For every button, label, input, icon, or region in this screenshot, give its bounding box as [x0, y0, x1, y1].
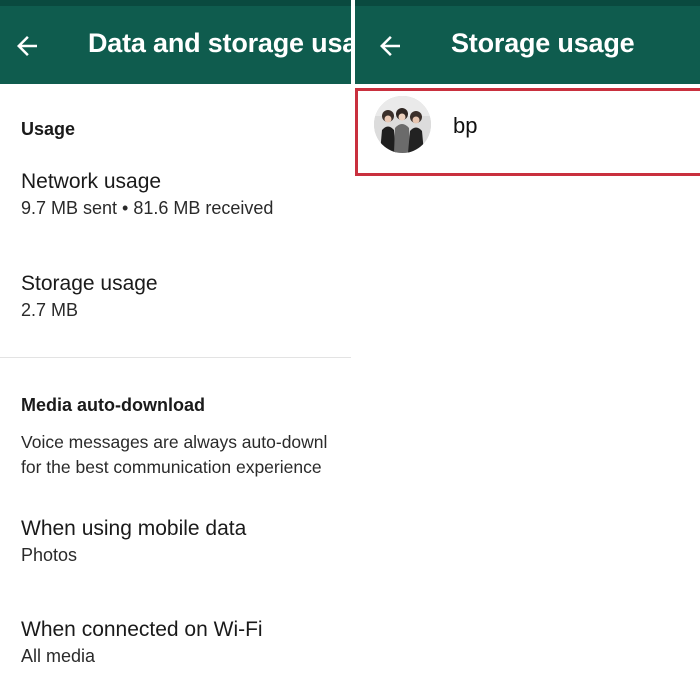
wifi-item[interactable]: When connected on Wi-Fi All media	[21, 618, 351, 667]
storage-usage-screen: Storage usage bp	[355, 0, 700, 700]
page-title: Storage usage	[451, 28, 635, 58]
auto-download-note-line1: Voice messages are always auto-downl	[21, 432, 328, 452]
storage-usage-subtitle: 2.7 MB	[21, 300, 79, 320]
screenshot-composite: Data and storage usa Usage Network usage…	[0, 0, 700, 700]
usage-section-header: Usage	[21, 119, 76, 139]
toolbar: Data and storage usa	[0, 0, 351, 84]
back-button[interactable]	[9, 28, 45, 64]
chat-row-bp[interactable]: bp	[355, 88, 700, 176]
media-auto-download-header: Media auto-download	[21, 395, 205, 415]
chat-name: bp	[453, 113, 478, 138]
toolbar: Storage usage	[355, 0, 700, 84]
storage-usage-title: Storage usage	[21, 272, 158, 295]
auto-download-note-line2: for the best communication experience	[21, 457, 322, 477]
network-usage-title: Network usage	[21, 170, 162, 193]
network-usage-subtitle: 9.7 MB sent • 81.6 MB received	[21, 198, 274, 218]
wifi-title: When connected on Wi-Fi	[21, 618, 263, 641]
page-title: Data and storage usa	[88, 28, 351, 58]
network-usage-item[interactable]: Network usage 9.7 MB sent • 81.6 MB rece…	[21, 170, 351, 219]
storage-usage-item[interactable]: Storage usage 2.7 MB	[21, 272, 351, 321]
data-and-storage-screen: Data and storage usa Usage Network usage…	[0, 0, 351, 700]
arrow-back-icon	[380, 36, 400, 56]
mobile-data-subtitle: Photos	[21, 545, 78, 565]
arrow-back-icon	[17, 36, 37, 56]
back-button[interactable]	[372, 28, 408, 64]
avatar-photo-icon	[374, 96, 431, 153]
mobile-data-item[interactable]: When using mobile data Photos	[21, 517, 351, 566]
auto-download-note: Voice messages are always auto-downl for…	[21, 430, 327, 480]
wifi-subtitle: All media	[21, 646, 96, 666]
mobile-data-title: When using mobile data	[21, 517, 247, 540]
section-divider	[0, 357, 351, 358]
group-photo-avatar	[374, 96, 431, 153]
